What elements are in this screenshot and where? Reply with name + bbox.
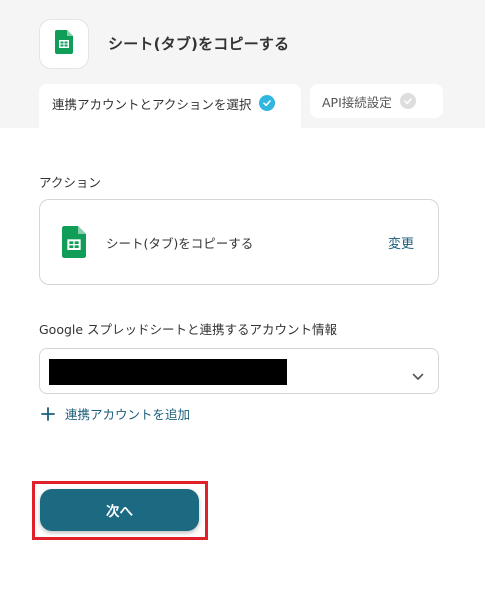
google-sheets-icon [55,30,73,58]
tab-api-settings[interactable]: API接続設定 [310,84,443,118]
account-section-label: Google スプレッドシートと連携するアカウント情報 [39,322,338,337]
page-title: シート(タブ)をコピーする [108,35,290,53]
plus-icon [41,406,55,421]
action-card: シート(タブ)をコピーする 変更 [39,199,439,285]
redacted-account-value [49,359,287,385]
app-icon-tile [39,19,89,69]
check-circle-icon [259,95,276,111]
action-section-label: アクション [39,175,101,190]
tab-label: 連携アカウントとアクションを選択 [52,96,252,112]
tab-label: API接続設定 [322,94,392,110]
account-select[interactable] [39,348,439,394]
add-account-link[interactable]: 連携アカウントを追加 [41,404,190,423]
check-circle-icon [399,93,416,109]
google-sheets-icon [62,226,86,262]
change-action-link[interactable]: 変更 [388,233,414,252]
next-button[interactable]: 次へ [40,489,199,531]
tab-account-action[interactable]: 連携アカウントとアクションを選択 [39,84,301,128]
action-name: シート(タブ)をコピーする [106,236,254,251]
chevron-down-icon [412,366,424,385]
add-account-label: 連携アカウントを追加 [65,407,191,422]
